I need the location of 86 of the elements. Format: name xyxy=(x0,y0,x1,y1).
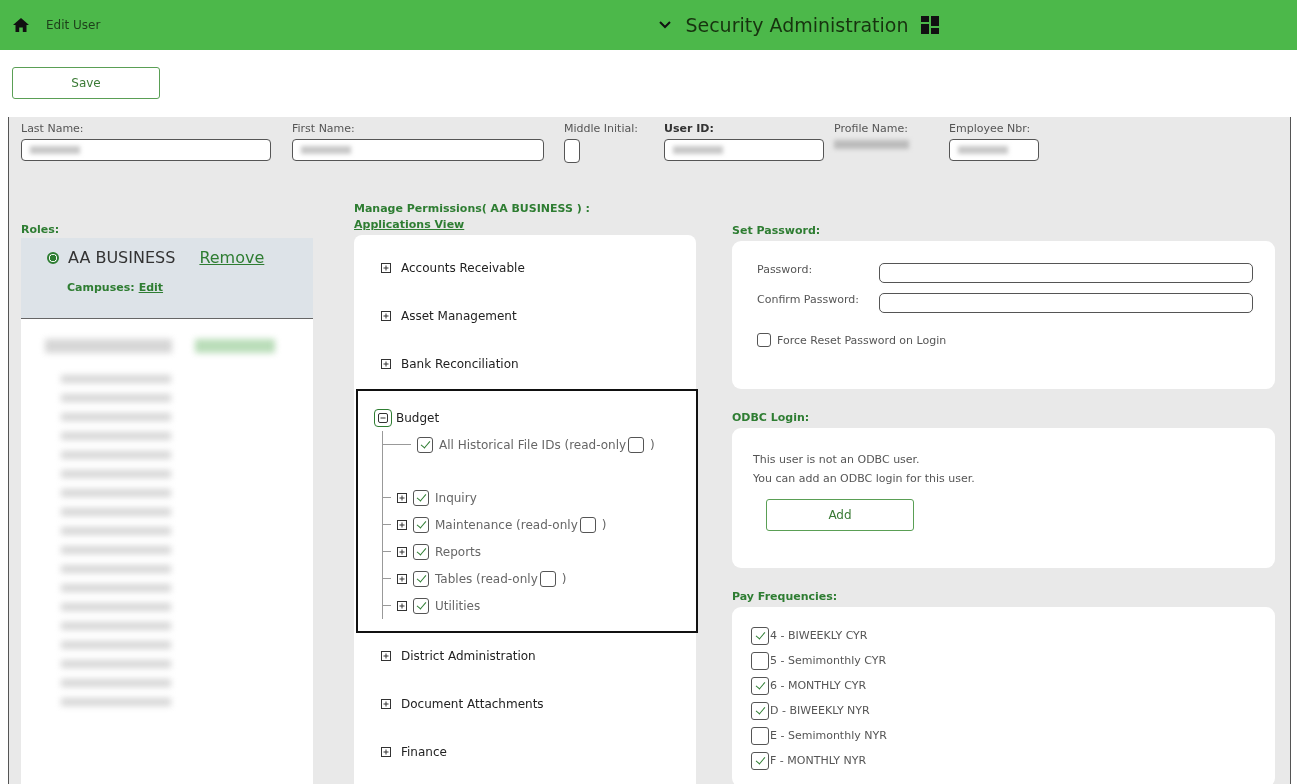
expand-icon[interactable] xyxy=(381,747,391,757)
checkbox[interactable] xyxy=(413,489,429,506)
page-title: Edit User xyxy=(46,18,101,32)
application-name: Finance xyxy=(401,745,447,759)
field-label: Middle Initial: xyxy=(564,122,639,135)
expand-icon[interactable] xyxy=(397,600,407,611)
checkbox[interactable] xyxy=(751,626,769,645)
checkbox-label: 5 - Semimonthly CYR xyxy=(770,654,887,667)
field-label: Password: xyxy=(757,262,814,276)
checkbox[interactable] xyxy=(751,726,769,745)
application-name: District Administration xyxy=(401,649,536,663)
field-label: Confirm Password: xyxy=(757,292,860,306)
application-name: Budget xyxy=(396,411,440,425)
checkbox[interactable] xyxy=(413,570,429,587)
checkbox[interactable] xyxy=(757,333,771,347)
application-name: Document Attachments xyxy=(401,697,544,711)
radio-button[interactable] xyxy=(47,251,59,264)
checkbox[interactable] xyxy=(751,651,769,670)
checkbox[interactable] xyxy=(579,516,596,533)
edit-link[interactable]: Edit xyxy=(138,281,164,294)
chevron-down-icon[interactable] xyxy=(659,21,672,29)
save-button[interactable]: Save xyxy=(12,66,160,99)
expand-icon[interactable] xyxy=(381,699,391,709)
section-title: Roles: xyxy=(21,223,61,236)
input-field[interactable] xyxy=(949,139,1039,161)
expand-icon[interactable] xyxy=(381,311,391,321)
grid-icon[interactable] xyxy=(920,16,939,34)
remove-link[interactable]: Remove xyxy=(199,248,265,267)
section-title: Set Password: xyxy=(732,224,822,237)
expand-icon[interactable] xyxy=(381,651,391,661)
section-title: Pay Frequencies: xyxy=(732,590,839,603)
checkbox[interactable] xyxy=(417,436,433,453)
expand-icon[interactable] xyxy=(381,359,391,369)
home-icon[interactable] xyxy=(13,18,29,32)
collapse-icon[interactable] xyxy=(374,409,392,427)
application-name: Accounts Receivable xyxy=(401,261,525,275)
info-text: You can add an ODBC login for this user. xyxy=(753,471,976,487)
field-label: First Name: xyxy=(292,122,356,135)
field-label: Profile Name: xyxy=(834,122,909,135)
section-title: Manage Permissions( AA BUSINESS ) : xyxy=(354,202,591,215)
permission-name: Utilities xyxy=(435,598,481,613)
applications-view-link[interactable]: Applications View xyxy=(354,218,465,231)
campuses-label: Campuses: xyxy=(67,281,135,294)
expand-icon[interactable] xyxy=(397,573,407,584)
input-field[interactable] xyxy=(292,139,544,161)
section-title: ODBC Login: xyxy=(732,411,811,424)
checkbox[interactable] xyxy=(413,597,429,614)
password-field[interactable] xyxy=(879,263,1253,283)
checkbox-label: 6 - MONTHLY CYR xyxy=(770,679,867,692)
checkbox-label: E - Semimonthly NYR xyxy=(770,729,887,742)
field-label: User ID: xyxy=(664,122,715,135)
add-button[interactable]: Add xyxy=(766,499,914,531)
field-label: Employee Nbr: xyxy=(949,122,1032,135)
bracket-text: ) xyxy=(561,571,567,586)
bracket-text: ) xyxy=(650,437,655,452)
permission-name: Tables (read-only xyxy=(435,571,538,586)
checkbox[interactable] xyxy=(751,701,769,720)
input-field[interactable] xyxy=(21,139,271,161)
checkbox[interactable] xyxy=(751,676,769,695)
field-label: Last Name: xyxy=(21,122,85,135)
checkbox[interactable] xyxy=(413,543,429,560)
checkbox[interactable] xyxy=(413,516,429,533)
expand-icon[interactable] xyxy=(397,492,407,503)
permission-name: Inquiry xyxy=(435,490,477,505)
checkbox-label: 4 - BIWEEKLY CYR xyxy=(770,629,868,642)
expand-icon[interactable] xyxy=(397,519,407,530)
input-field[interactable] xyxy=(564,139,580,163)
permission-name: Reports xyxy=(435,544,482,559)
checkbox-label: Force Reset Password on Login xyxy=(777,333,947,347)
checkbox[interactable] xyxy=(751,751,769,770)
application-name: Asset Management xyxy=(401,309,517,323)
expand-icon[interactable] xyxy=(381,263,391,273)
password-field[interactable] xyxy=(879,293,1253,313)
permission-name: All Historical File IDs (read-only xyxy=(439,437,627,452)
checkbox-label: D - BIWEEKLY NYR xyxy=(770,704,870,717)
bracket-text: ) xyxy=(601,517,607,532)
permission-name: Maintenance (read-only xyxy=(435,517,578,532)
checkbox[interactable] xyxy=(628,436,645,453)
checkbox[interactable] xyxy=(539,570,556,587)
checkbox-label: F - MONTHLY NYR xyxy=(770,754,867,767)
input-field[interactable] xyxy=(664,139,824,161)
app-title: Security Administration xyxy=(685,14,909,36)
application-name: Bank Reconciliation xyxy=(401,357,519,371)
role-name: AA BUSINESS xyxy=(68,248,176,267)
expand-icon[interactable] xyxy=(397,546,407,557)
info-text: This user is not an ODBC user. xyxy=(753,452,921,468)
